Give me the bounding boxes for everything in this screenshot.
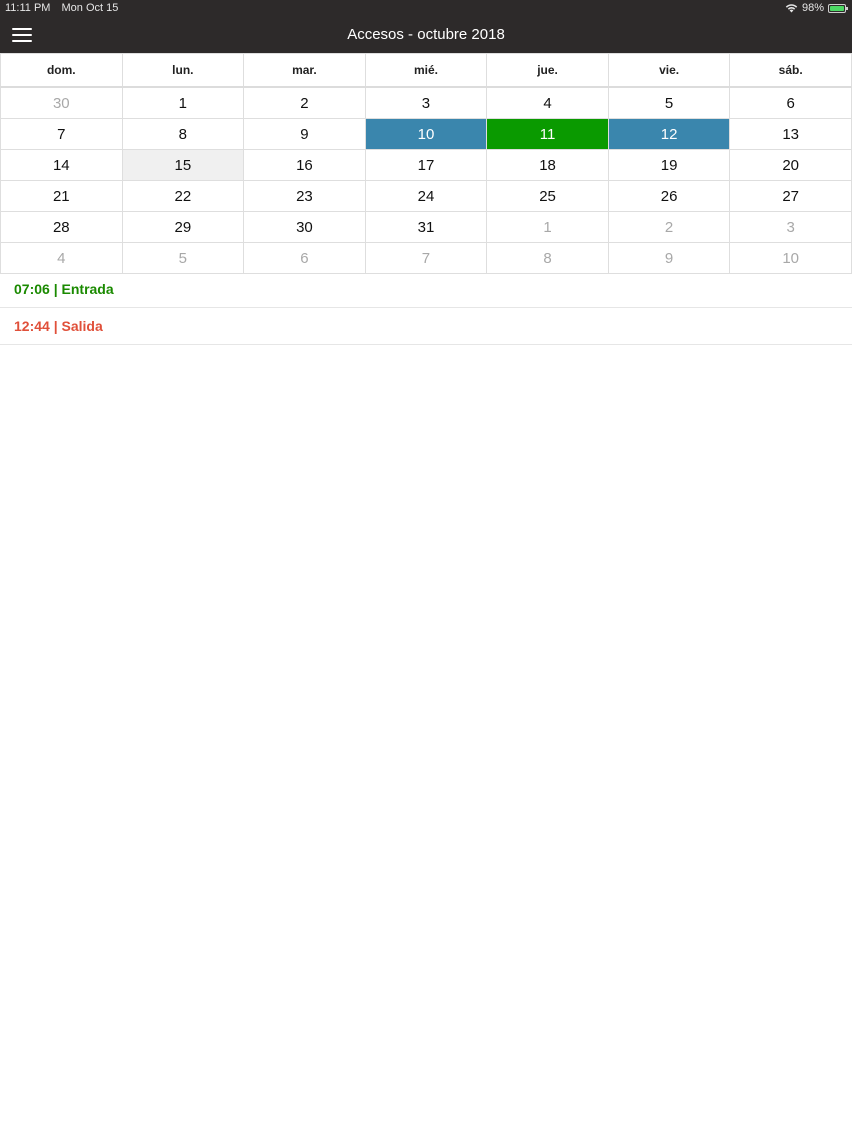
event-time: 12:44 bbox=[14, 318, 50, 334]
day-cell[interactable]: 11 bbox=[486, 118, 609, 150]
day-cell[interactable]: 24 bbox=[364, 180, 488, 212]
day-cell[interactable]: 14 bbox=[0, 149, 123, 181]
day-cell[interactable]: 5 bbox=[121, 242, 245, 274]
top-bar: 11:11 PM Mon Oct 15 98% Accesos - octubr… bbox=[0, 0, 852, 53]
day-cell[interactable]: 18 bbox=[486, 149, 609, 181]
day-cell[interactable]: 16 bbox=[243, 149, 366, 181]
day-cell[interactable]: 15 bbox=[121, 149, 245, 181]
calendar-week: 7 8 9 10 11 12 13 bbox=[0, 118, 852, 150]
day-cell[interactable]: 7 bbox=[0, 118, 123, 150]
weekday-header: jue. bbox=[486, 53, 609, 88]
calendar-week: 14 15 16 17 18 19 20 bbox=[0, 149, 852, 181]
weekday-header: lun. bbox=[121, 53, 245, 88]
day-cell[interactable]: 21 bbox=[0, 180, 123, 212]
battery-cap bbox=[846, 6, 848, 10]
status-bar: 11:11 PM Mon Oct 15 98% bbox=[0, 0, 852, 17]
calendar-week: 28 29 30 31 1 2 3 bbox=[0, 211, 852, 243]
day-cell[interactable]: 30 bbox=[0, 86, 123, 119]
event-label: Entrada bbox=[61, 281, 114, 297]
day-cell[interactable]: 5 bbox=[607, 86, 731, 119]
day-cell[interactable]: 20 bbox=[729, 149, 852, 181]
event-entrada[interactable]: 07:06 | Entrada bbox=[0, 271, 852, 308]
battery-icon bbox=[828, 3, 848, 13]
event-salida[interactable]: 12:44 | Salida bbox=[0, 308, 852, 345]
day-cell[interactable]: 4 bbox=[486, 86, 609, 119]
status-date: Mon Oct 15 bbox=[61, 2, 119, 14]
weekday-header: sáb. bbox=[729, 53, 852, 88]
day-cell[interactable]: 28 bbox=[0, 211, 123, 243]
event-time: 07:06 bbox=[14, 281, 50, 297]
event-separator: | bbox=[53, 318, 62, 334]
weekday-header: vie. bbox=[607, 53, 731, 88]
battery-percent: 98% bbox=[801, 2, 824, 14]
day-cell[interactable]: 17 bbox=[364, 149, 488, 181]
day-cell[interactable]: 2 bbox=[607, 211, 731, 243]
event-separator: | bbox=[53, 281, 62, 297]
calendar-week: 4 5 6 7 8 9 10 bbox=[0, 242, 852, 274]
access-events-list: 07:06 | Entrada 12:44 | Salida bbox=[0, 271, 852, 345]
day-cell[interactable]: 12 bbox=[607, 118, 731, 150]
day-cell[interactable]: 29 bbox=[121, 211, 245, 243]
calendar-week: 21 22 23 24 25 26 27 bbox=[0, 180, 852, 212]
day-cell[interactable]: 30 bbox=[243, 211, 366, 243]
day-cell[interactable]: 9 bbox=[243, 118, 366, 150]
day-cell[interactable]: 6 bbox=[729, 86, 852, 119]
day-cell[interactable]: 13 bbox=[729, 118, 852, 150]
day-cell[interactable]: 31 bbox=[364, 211, 488, 243]
day-cell[interactable]: 3 bbox=[729, 211, 852, 243]
day-cell[interactable]: 8 bbox=[121, 118, 245, 150]
status-right: 98% bbox=[785, 2, 848, 14]
day-cell[interactable]: 4 bbox=[0, 242, 123, 274]
day-cell[interactable]: 27 bbox=[729, 180, 852, 212]
day-cell[interactable]: 3 bbox=[364, 86, 488, 119]
status-left: 11:11 PM Mon Oct 15 bbox=[5, 2, 126, 14]
day-cell[interactable]: 9 bbox=[607, 242, 731, 274]
day-cell[interactable]: 23 bbox=[243, 180, 366, 212]
calendar-week: 30 1 2 3 4 5 6 bbox=[0, 86, 852, 119]
day-cell[interactable]: 6 bbox=[243, 242, 366, 274]
weekday-header: dom. bbox=[0, 53, 123, 88]
battery-level bbox=[830, 5, 844, 11]
day-cell[interactable]: 1 bbox=[121, 86, 245, 119]
day-cell[interactable]: 25 bbox=[486, 180, 609, 212]
day-cell[interactable]: 1 bbox=[486, 211, 609, 243]
wifi-icon bbox=[785, 4, 798, 13]
day-cell[interactable]: 2 bbox=[243, 86, 366, 119]
weekday-header: mar. bbox=[243, 53, 366, 88]
day-cell[interactable]: 19 bbox=[607, 149, 731, 181]
calendar-body: 30 1 2 3 4 5 6 7 8 9 10 11 12 13 14 15 1… bbox=[0, 86, 852, 274]
weekday-header-row: dom. lun. mar. mié. jue. vie. sáb. bbox=[0, 53, 852, 88]
day-cell[interactable]: 8 bbox=[486, 242, 609, 274]
day-cell[interactable]: 10 bbox=[364, 118, 488, 150]
day-cell[interactable]: 10 bbox=[729, 242, 852, 274]
page-title: Accesos - octubre 2018 bbox=[347, 26, 505, 43]
weekday-header: mié. bbox=[364, 53, 488, 88]
day-cell[interactable]: 7 bbox=[364, 242, 488, 274]
day-cell[interactable]: 26 bbox=[607, 180, 731, 212]
status-time: 11:11 PM bbox=[5, 2, 51, 14]
day-cell[interactable]: 22 bbox=[121, 180, 245, 212]
event-label: Salida bbox=[61, 318, 103, 334]
month-calendar: dom. lun. mar. mié. jue. vie. sáb. 30 1 … bbox=[0, 53, 852, 274]
